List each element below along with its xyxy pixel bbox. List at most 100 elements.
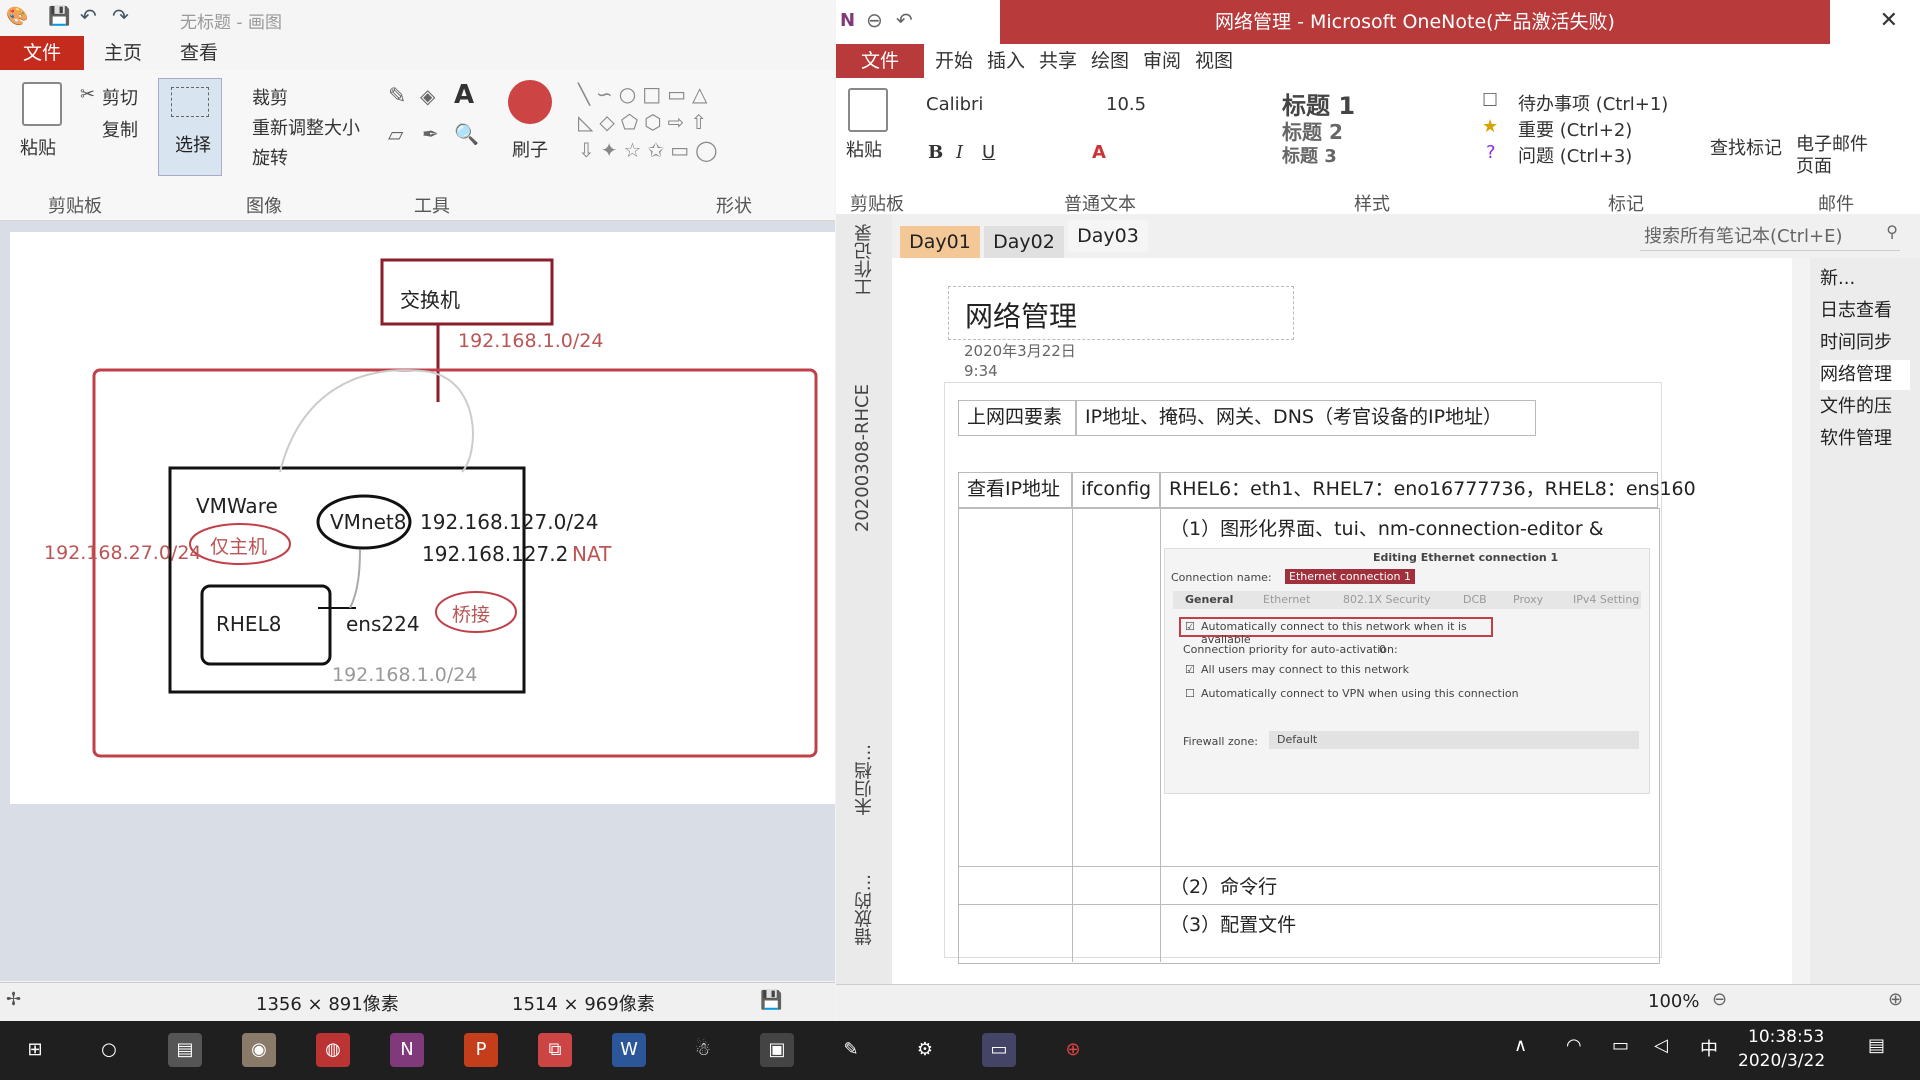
zoom-in-icon[interactable]: ⊕ — [1888, 989, 1903, 1010]
paint-taskbar-icon[interactable]: ✎ — [834, 1033, 868, 1067]
battery-icon[interactable]: ▭ — [1612, 1035, 1629, 1056]
email-page-button[interactable]: 电子邮件页面 — [1796, 134, 1876, 178]
crop-button[interactable]: 裁剪 — [252, 84, 288, 110]
start-icon[interactable]: ⊞ — [18, 1033, 52, 1067]
wifi-icon[interactable]: ◠ — [1566, 1035, 1582, 1056]
tab-home[interactable]: 主页 — [96, 36, 150, 70]
page-log-view[interactable]: 日志查看 — [1820, 296, 1910, 326]
paste-button[interactable]: 粘贴 — [846, 136, 882, 162]
paste-icon[interactable] — [22, 82, 62, 126]
word-icon[interactable]: W — [612, 1033, 646, 1067]
italic-icon[interactable]: I — [956, 142, 963, 163]
onenote-taskbar-icon[interactable]: N — [390, 1033, 424, 1067]
table-cell-viewip[interactable]: 查看IP地址 — [958, 472, 1072, 508]
zoom-out-icon[interactable]: ⊖ — [1712, 989, 1727, 1010]
remote-desktop-icon[interactable]: ▭ — [982, 1033, 1016, 1067]
table-cell-elements-value[interactable]: IP地址、掩码、网关、DNS（考官设备的IP地址） — [1076, 400, 1536, 436]
select-button[interactable]: 选择 — [158, 78, 222, 176]
bold-icon[interactable]: B — [928, 142, 943, 163]
font-color-icon[interactable]: A — [1092, 142, 1106, 163]
tag-todo[interactable]: 待办事项 (Ctrl+1) — [1518, 90, 1668, 116]
menu-home[interactable]: 开始 — [932, 44, 976, 78]
scissors-icon[interactable]: ✂ — [80, 84, 95, 105]
paste-icon[interactable] — [848, 88, 888, 132]
search-input[interactable]: 搜索所有笔记本(Ctrl+E) — [1644, 222, 1843, 248]
copy-button[interactable]: 复制 — [102, 116, 138, 142]
fill-icon[interactable]: ◈ — [420, 84, 435, 108]
find-tags-button[interactable]: 查找标记 — [1710, 134, 1782, 160]
close-icon[interactable]: ✕ — [1880, 8, 1898, 33]
tab-view[interactable]: 查看 — [172, 36, 226, 70]
page-title-box[interactable]: 网络管理 — [948, 286, 1294, 340]
onenote-page[interactable]: 网络管理 2020年3月22日 9:34 上网四要素 IP地址、掩码、网关、DN… — [892, 258, 1792, 984]
save-icon[interactable]: 💾 — [48, 6, 70, 27]
notifications-icon[interactable]: ▤ — [1868, 1035, 1885, 1056]
volume-icon[interactable]: ◁ — [1654, 1035, 1668, 1056]
tab-day03[interactable]: Day03 — [1068, 220, 1148, 252]
section-rhce[interactable]: 20200308-RHCE — [852, 384, 873, 532]
brush-button[interactable]: 刷子 — [512, 136, 548, 162]
search-box[interactable]: 搜索所有笔记本(Ctrl+E) ⚲ — [1640, 220, 1900, 251]
cut-button[interactable]: 剪切 — [102, 84, 138, 110]
page-file-compress[interactable]: 文件的压 — [1820, 392, 1910, 422]
method-config-file[interactable]: （3）配置文件 — [1170, 910, 1296, 937]
page-software-mgmt[interactable]: 软件管理 — [1820, 424, 1910, 454]
camera-app-icon[interactable]: ◉ — [242, 1033, 276, 1067]
clock-time[interactable]: 10:38:53 — [1748, 1027, 1824, 1047]
menu-share[interactable]: 共享 — [1036, 44, 1080, 78]
tab-day01[interactable]: Day01 — [900, 226, 980, 258]
style-heading2[interactable]: 标题 2 — [1282, 116, 1343, 145]
settings-icon[interactable]: ⚙ — [908, 1033, 942, 1067]
browser-icon[interactable]: ◍ — [316, 1033, 350, 1067]
resize-button[interactable]: 重新调整大小 — [252, 114, 360, 140]
tray-up-icon[interactable]: ∧ — [1514, 1035, 1527, 1056]
file-explorer-icon[interactable]: ▤ — [168, 1033, 202, 1067]
back-icon[interactable]: ⊖ — [866, 8, 883, 32]
table-cell-elements[interactable]: 上网四要素 — [958, 400, 1076, 436]
ime-indicator[interactable]: 中 — [1700, 1035, 1718, 1061]
section-work-records[interactable]: 工作记录 — [852, 224, 878, 296]
new-page-button[interactable]: 新... — [1820, 264, 1910, 294]
menu-review[interactable]: 审阅 — [1140, 44, 1184, 78]
table-cell-ifconfig[interactable]: ifconfig — [1072, 472, 1160, 508]
undo-icon[interactable]: ↶ — [80, 4, 97, 28]
network-app-icon[interactable]: ⊕ — [1056, 1033, 1090, 1067]
page-network-mgmt[interactable]: 网络管理 — [1820, 360, 1910, 390]
color-picker-icon[interactable]: ✒ — [422, 122, 439, 146]
clock-date[interactable]: 2020/3/22 — [1738, 1051, 1825, 1071]
method-gui[interactable]: （1）图形化界面、tui、nm-connection-editor & — [1170, 514, 1604, 541]
underline-icon[interactable]: U — [982, 142, 995, 163]
pencil-icon[interactable]: ✎ — [388, 84, 406, 109]
font-selector[interactable]: Calibri — [926, 94, 983, 115]
tag-important[interactable]: 重要 (Ctrl+2) — [1518, 116, 1632, 142]
table-cell-nic-names[interactable]: RHEL6：eth1、RHEL7：eno16777736，RHEL8：ens16… — [1160, 472, 1696, 508]
tab-file[interactable]: 文件 — [0, 36, 84, 70]
undo-icon[interactable]: ↶ — [896, 8, 913, 32]
terminal-icon[interactable]: ▣ — [760, 1033, 794, 1067]
paste-button[interactable]: 粘贴 — [20, 134, 56, 160]
screen-record-icon[interactable]: ⧉ — [538, 1033, 572, 1067]
paint-canvas[interactable]: 交换机 192.168.1.0/24 VMWare VMnet8 192.168… — [10, 232, 835, 804]
text-tool-icon[interactable]: A — [454, 80, 474, 110]
method-cli[interactable]: （2）命令行 — [1170, 872, 1277, 899]
font-size-selector[interactable]: 10.5 — [1106, 94, 1146, 115]
menu-draw[interactable]: 绘图 — [1088, 44, 1132, 78]
section-misplaced[interactable]: 错放的... — [852, 874, 878, 945]
menu-file[interactable]: 文件 — [836, 44, 924, 78]
rotate-button[interactable]: 旋转 — [252, 144, 288, 170]
page-time-sync[interactable]: 时间同步 — [1820, 328, 1910, 358]
section-unfiled[interactable]: 未归档... — [852, 744, 878, 815]
search-icon[interactable]: ⚲ — [1886, 222, 1898, 241]
eraser-icon[interactable]: ▱ — [388, 122, 403, 146]
style-heading3[interactable]: 标题 3 — [1282, 142, 1337, 168]
brush-icon[interactable] — [508, 80, 552, 124]
menu-insert[interactable]: 插入 — [984, 44, 1028, 78]
magnifier-icon[interactable]: 🔍 — [454, 122, 479, 146]
tab-day02[interactable]: Day02 — [984, 226, 1064, 258]
tag-question[interactable]: 问题 (Ctrl+3) — [1518, 142, 1632, 168]
redo-icon[interactable]: ↷ — [112, 4, 129, 28]
menu-view[interactable]: 视图 — [1192, 44, 1236, 78]
search-icon[interactable]: ○ — [92, 1033, 126, 1067]
qq-icon[interactable]: ☃ — [686, 1033, 720, 1067]
shapes-gallery[interactable]: ╲∽○□▭△ ◺◇⬠⬡⇨⇧ ⇩✦☆✩▭◯ — [578, 80, 788, 170]
